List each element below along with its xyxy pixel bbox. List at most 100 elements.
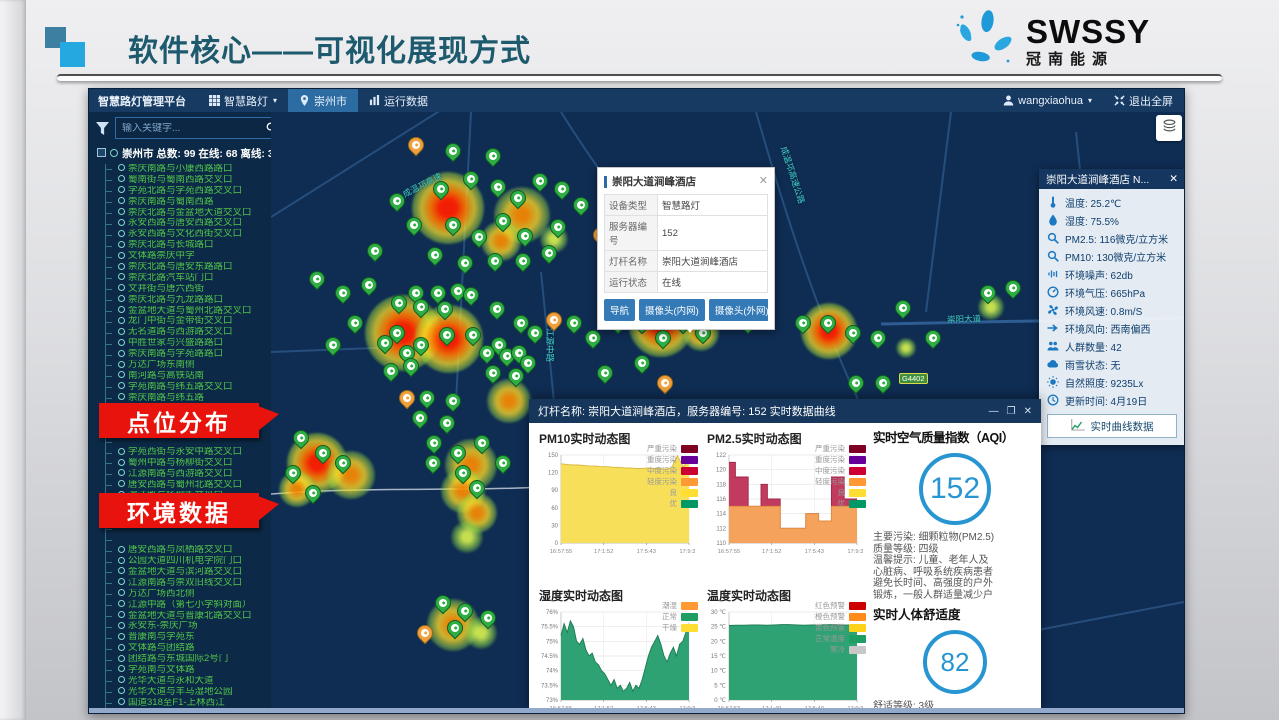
close-icon[interactable]: ✕ xyxy=(1024,406,1032,417)
close-icon[interactable]: ✕ xyxy=(1169,173,1178,185)
navigate-button[interactable]: 导航 xyxy=(604,299,635,321)
tree-item[interactable]: 万达广场西北侧 xyxy=(105,589,271,600)
nav-item-runtime-data[interactable]: 运行数据 xyxy=(358,89,439,112)
tree-item[interactable]: 江源南路与崇双旧线交叉口 xyxy=(105,578,271,589)
search-button[interactable] xyxy=(260,118,271,138)
tree-item[interactable]: 学苑北路与学苑西路交叉口 xyxy=(105,186,271,197)
chevron-down-icon: ▾ xyxy=(1088,96,1092,105)
legend-entry: 黄色预警 xyxy=(815,623,866,632)
lamp-node-icon xyxy=(118,164,125,171)
tree-item[interactable]: 江源中路（第七小学斜对面） xyxy=(105,600,271,611)
tree-item[interactable]: 崇庆北路汽车站门口 xyxy=(105,273,271,284)
tree-item[interactable]: 金盆地大道与滨河路交叉口 xyxy=(105,567,271,578)
svg-text:120: 120 xyxy=(716,468,727,474)
tree-item[interactable]: 晋康南与学苑东 xyxy=(105,632,271,643)
tree-item[interactable]: 崇庆南路与纬五路 xyxy=(105,393,271,404)
tree-item-label: 金盆地大道与蜀州北路交叉口 xyxy=(128,306,252,316)
tree-item[interactable]: 文体路与团结路 xyxy=(105,643,271,654)
maximize-icon[interactable]: ❐ xyxy=(1007,406,1016,417)
realtime-data-panel: 灯杆名称: 崇阳大道涧峰酒店，服务器编号: 152 实时数据曲线 — ❐ ✕ P… xyxy=(529,399,1041,713)
tree-item[interactable]: 龙门中街与金带街交叉口 xyxy=(105,316,271,327)
tree-item[interactable]: 永安东-崇庆广场 xyxy=(105,621,271,632)
map-layers-button[interactable] xyxy=(1156,115,1182,141)
filter-icon[interactable] xyxy=(96,122,109,135)
exit-fullscreen-button[interactable]: 退出全屏 xyxy=(1103,89,1184,112)
tree-item[interactable]: 唐安西路与凤栖路交叉口 xyxy=(105,545,271,556)
env-reading-text: 自然照度: 9235Lx xyxy=(1065,375,1143,390)
tree-item[interactable]: 文井街与唐六西街 xyxy=(105,284,271,295)
lamp-node-icon xyxy=(118,546,125,553)
aqi-text-line: 温馨提示: 儿童、老年人及 xyxy=(873,555,1037,567)
tree-item[interactable]: 永安西路与唐安西路交叉口 xyxy=(105,218,271,229)
popup-accent-bar xyxy=(604,176,607,188)
env-reading-row: PM10: 130微克/立方米 xyxy=(1039,247,1185,265)
tree-item[interactable]: 永安西路与文化西街交叉口 xyxy=(105,229,271,240)
nav-item-city[interactable]: 崇州市 xyxy=(288,89,358,112)
company-logo: SWSSY 冠南能源 xyxy=(952,4,1222,78)
environment-panel-title: 崇阳大道涧峰酒店 N... xyxy=(1046,172,1169,187)
tree-root-node[interactable]: 崇州市 总数: 99 在线: 68 离线: 31 xyxy=(89,143,271,161)
magnifier-icon xyxy=(1047,232,1060,244)
tree-item-label: 永安东-崇庆广场 xyxy=(128,621,198,631)
tree-item[interactable]: 学苑南与文体路 xyxy=(105,665,271,676)
tree-item[interactable]: 金盆地大道与蜀州北路交叉口 xyxy=(105,306,271,317)
tree-item-label: 江源南路与崇双旧线交叉口 xyxy=(128,578,242,588)
tree-item[interactable]: 唐安西路与蜀州北路交叉口 xyxy=(105,480,271,491)
tree-item[interactable]: 蜀南街与蜀南西路交叉口 xyxy=(105,175,271,186)
tree-item[interactable]: 崇庆北路与金盆地大道交叉口 xyxy=(105,208,271,219)
nav-item-smart-lamps[interactable]: 智慧路灯 ▾ xyxy=(198,89,288,112)
tree-item[interactable]: 崇庆北路与长城路口 xyxy=(105,240,271,251)
tree-item[interactable]: 崇庆北路与唐安东路路口 xyxy=(105,262,271,273)
tree-item[interactable]: 光华大道与永和大道 xyxy=(105,676,271,687)
field-value: 崇阳大道涧峰酒店 xyxy=(658,251,768,272)
lamp-node-icon xyxy=(118,622,125,629)
person-icon xyxy=(1003,95,1014,106)
tree-item[interactable]: 学苑南路与纬五路交叉口 xyxy=(105,382,271,393)
title-deco-square-blue xyxy=(60,42,85,67)
tree-item[interactable]: 无名道路与西游路交叉口 xyxy=(105,327,271,338)
tree-item-label: 文体路与团结路 xyxy=(128,643,195,653)
tree-item[interactable]: 崇庆南路与小康西路路口 xyxy=(105,164,271,175)
tree-item[interactable]: 崇庆北路与九龙路路口 xyxy=(105,295,271,306)
device-popup: 崇阳大道涧峰酒店 ✕ 设备类型智慧路灯服务器编号152灯杆名称崇阳大道涧峰酒店运… xyxy=(597,167,775,330)
lamp-node-icon xyxy=(118,284,125,291)
tree-item[interactable]: 团结路与东城国际2号门 xyxy=(105,654,271,665)
tree-item[interactable]: 万达广场东南侧 xyxy=(105,360,271,371)
tree-item[interactable]: 文体路崇庆中学 xyxy=(105,251,271,262)
close-icon[interactable]: ✕ xyxy=(759,176,768,187)
tree-item[interactable]: 金盆地大道与晋康北路交叉口 xyxy=(105,611,271,622)
tree-item[interactable]: 南河路与高铁站南 xyxy=(105,371,271,382)
svg-text:74%: 74% xyxy=(546,669,559,675)
tree-expand-icon[interactable] xyxy=(97,148,106,157)
tree-item[interactable]: 学苑西街与永安中路交叉口 xyxy=(105,447,271,458)
tree-item[interactable]: 蜀州中路与杨柳街交叉口 xyxy=(105,458,271,469)
tree-item[interactable]: 光华大道与羊马湿地公园 xyxy=(105,687,271,698)
realtime-curve-button[interactable]: 实时曲线数据 xyxy=(1047,414,1177,438)
tree-item[interactable]: 国道318至F1-上林西江 xyxy=(105,698,271,709)
tree-item[interactable]: 中胜世家与兴盛路路口 xyxy=(105,338,271,349)
camera-external-button[interactable]: 摄像头(外网) xyxy=(709,299,768,321)
lamp-node-icon xyxy=(118,252,125,259)
legend-entry: 正常 xyxy=(662,612,698,621)
tree-item[interactable]: 公园大道四川机电学院门口 xyxy=(105,556,271,567)
tree-item-label: 学苑西街与永安中路交叉口 xyxy=(128,447,242,457)
svg-text:17:1:52: 17:1:52 xyxy=(762,549,781,555)
env-reading-text: 雨雪状态: 无 xyxy=(1065,357,1121,372)
chart-legend: 红色预警橙色预警黄色预警正常温度寒冷 xyxy=(815,601,866,654)
minimize-icon[interactable]: — xyxy=(989,406,999,417)
user-menu[interactable]: wangxiaohua ▾ xyxy=(992,89,1103,112)
lamp-node-icon xyxy=(118,186,125,193)
lamp-node-icon xyxy=(118,698,125,705)
env-reading-text: 环境风速: 0.8m/S xyxy=(1065,303,1142,318)
lamp-node-icon xyxy=(118,578,125,585)
svg-text:0 ℃: 0 ℃ xyxy=(714,697,726,704)
thermometer-icon xyxy=(1047,196,1060,208)
tree-item[interactable]: 崇庆南路与蜀南西路 xyxy=(105,197,271,208)
nav-item-label: 崇州市 xyxy=(314,93,347,109)
camera-internal-button[interactable]: 摄像头(内网) xyxy=(639,299,705,321)
legend-entry: 良 xyxy=(815,488,866,497)
lamp-node-icon xyxy=(118,175,125,182)
tree-item[interactable]: 江源南路与西游路交叉口 xyxy=(105,469,271,480)
search-input[interactable] xyxy=(116,123,260,134)
tree-item[interactable]: 崇庆南路与学苑路路口 xyxy=(105,349,271,360)
